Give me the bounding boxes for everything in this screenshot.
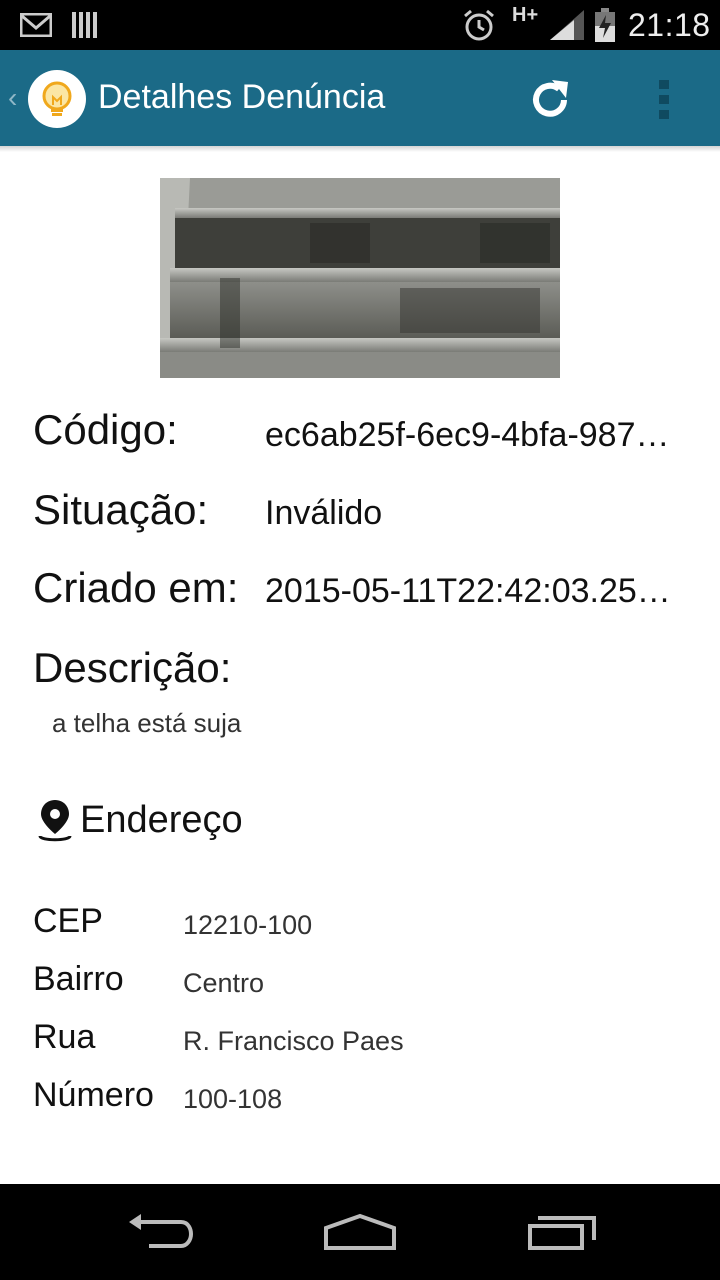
action-bar: ‹ Detalhes Denúncia xyxy=(0,50,720,146)
codigo-label: Código: xyxy=(33,406,178,453)
location-pin-icon xyxy=(38,800,72,842)
numero-label: Número xyxy=(33,1076,154,1114)
overflow-menu-button[interactable] xyxy=(640,74,688,126)
lightbulb-logo-icon[interactable] xyxy=(28,70,86,128)
recents-icon xyxy=(528,1216,596,1250)
home-icon xyxy=(324,1213,396,1250)
overflow-menu-icon xyxy=(659,80,669,119)
signal-icon xyxy=(548,0,586,50)
page-title: Detalhes Denúncia xyxy=(98,78,386,116)
nav-home-button[interactable] xyxy=(310,1202,410,1262)
battery-icon xyxy=(594,0,616,50)
action-bar-shadow xyxy=(0,146,720,152)
cep-label: CEP xyxy=(33,902,103,940)
alarm-icon xyxy=(462,0,496,50)
criado-em-value: 2015-05-11T22:42:03.25… xyxy=(265,572,671,610)
numero-value: 100-108 xyxy=(183,1084,283,1114)
descricao-value: a telha está suja xyxy=(52,708,242,738)
rua-value: R. Francisco Paes xyxy=(183,1026,404,1056)
back-chevron-icon[interactable]: ‹ xyxy=(8,84,17,112)
report-photo[interactable] xyxy=(160,178,560,378)
criado-em-label: Criado em: xyxy=(33,564,239,611)
cep-value: 12210-100 xyxy=(183,910,313,940)
nav-back-button[interactable] xyxy=(110,1202,210,1262)
refresh-icon xyxy=(533,80,568,117)
rua-label: Rua xyxy=(33,1018,96,1056)
status-bar: H+ 21:18 xyxy=(0,0,720,50)
address-header: Endereço xyxy=(36,798,243,842)
codigo-value: ec6ab25f-6ec9-4bfa-987… xyxy=(265,416,670,454)
descricao-label: Descrição: xyxy=(33,644,232,691)
nav-recents-button[interactable] xyxy=(512,1202,612,1262)
navigation-bar xyxy=(0,1184,720,1280)
clock-time: 21:18 xyxy=(628,6,711,43)
bairro-label: Bairro xyxy=(33,960,124,998)
situacao-label: Situação: xyxy=(33,486,209,533)
situacao-value: Inválido xyxy=(265,494,383,532)
refresh-button[interactable] xyxy=(522,72,578,128)
address-title: Endereço xyxy=(80,798,243,841)
bairro-value: Centro xyxy=(183,968,265,998)
storage-bars-icon xyxy=(72,0,98,50)
network-type: H+ xyxy=(512,4,539,26)
back-icon xyxy=(129,1214,194,1248)
gmail-icon xyxy=(20,0,52,50)
